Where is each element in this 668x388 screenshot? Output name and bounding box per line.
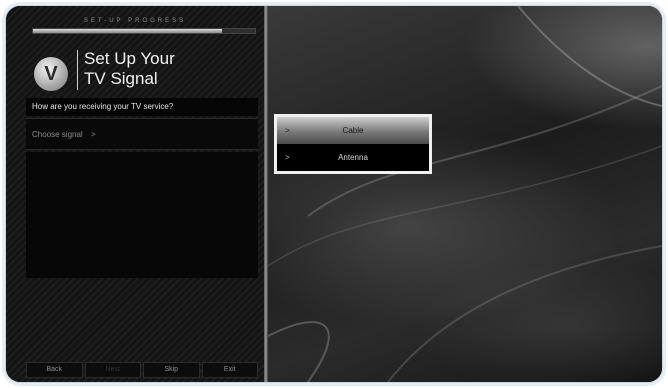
setup-question: How are you receiving your TV service? — [26, 98, 258, 116]
setup-progress-bar — [32, 28, 256, 34]
option-antenna[interactable]: > Antenna — [277, 144, 429, 171]
setup-panel: SET-UP PROGRESS V Set Up Your TV Signal … — [6, 6, 264, 382]
back-button[interactable]: Back — [26, 362, 83, 378]
skip-button[interactable]: Skip — [143, 362, 200, 378]
exit-button[interactable]: Exit — [201, 362, 258, 378]
panel-divider — [264, 6, 268, 382]
choose-signal-item[interactable]: Choose signal > — [26, 118, 258, 150]
footer-nav: Back Next Skip Exit — [26, 362, 258, 378]
vizio-logo-icon: V — [34, 57, 68, 91]
tv-screen: SET-UP PROGRESS V Set Up Your TV Signal … — [6, 6, 662, 382]
option-label: Cable — [342, 126, 364, 135]
progress-fill — [33, 29, 222, 33]
page-title: Set Up Your TV Signal — [84, 49, 175, 89]
title-divider — [77, 50, 78, 90]
title-line-2: TV Signal — [84, 69, 158, 88]
option-cable[interactable]: > Cable — [277, 117, 429, 144]
chevron-right-icon: > — [90, 130, 96, 139]
title-line-1: Set Up Your — [84, 49, 175, 68]
choose-signal-label: Choose signal — [32, 130, 83, 139]
option-label: Antenna — [338, 153, 368, 162]
logo-letter: V — [44, 62, 58, 85]
next-button[interactable]: Next — [84, 362, 141, 378]
progress-label: SET-UP PROGRESS — [83, 18, 187, 24]
empty-list-area — [26, 152, 258, 278]
chevron-right-icon: > — [285, 126, 290, 135]
signal-options-menu: > Cable > Antenna — [274, 114, 432, 174]
chevron-right-icon: > — [285, 153, 290, 162]
background-art — [268, 6, 662, 382]
